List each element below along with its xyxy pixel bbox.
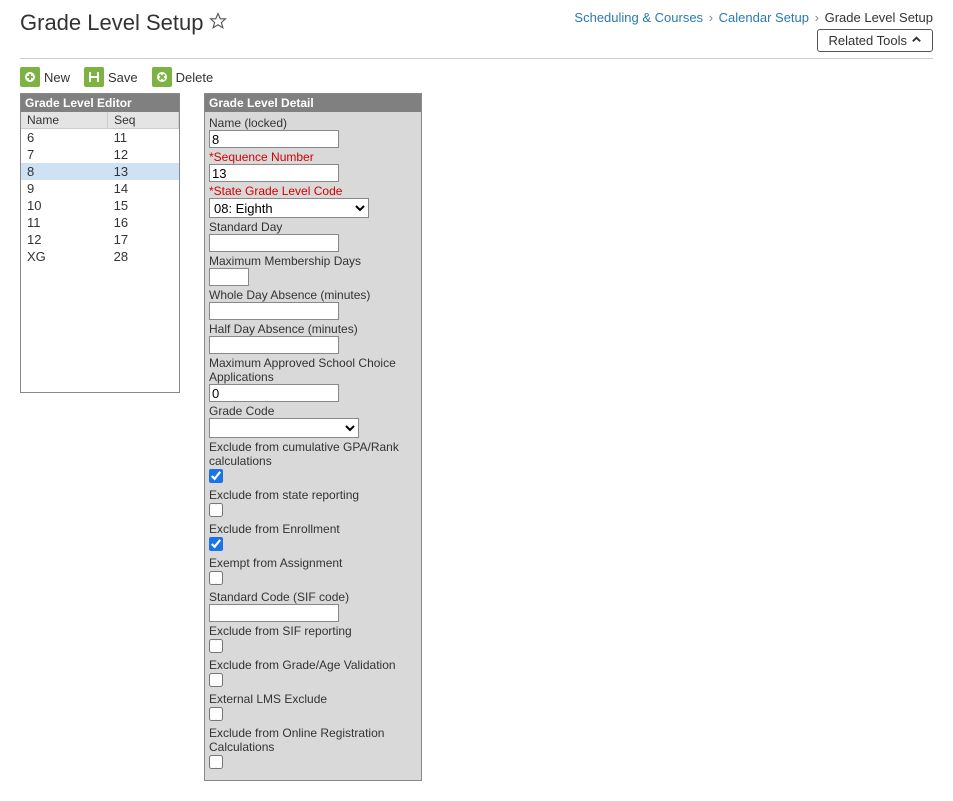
editor-panel-title: Grade Level Editor: [21, 94, 179, 112]
breadcrumb-link-calendar[interactable]: Calendar Setup: [719, 10, 809, 25]
table-row[interactable]: XG28: [21, 248, 179, 265]
exclude-online-reg-label: Exclude from Online Registration Calcula…: [209, 726, 417, 754]
detail-panel-title: Grade Level Detail: [205, 94, 421, 112]
new-button[interactable]: New: [20, 67, 70, 87]
standard-day-input[interactable]: [209, 234, 339, 252]
col-header-name[interactable]: Name: [21, 112, 108, 129]
seq-label: *Sequence Number: [209, 150, 417, 164]
table-row[interactable]: 1116: [21, 214, 179, 231]
cell-name: 7: [21, 146, 108, 163]
table-row[interactable]: 712: [21, 146, 179, 163]
exclude-sif-label: Exclude from SIF reporting: [209, 624, 417, 638]
whole-day-label: Whole Day Absence (minutes): [209, 288, 417, 302]
breadcrumb-current: Grade Level Setup: [825, 10, 933, 25]
max-membership-label: Maximum Membership Days: [209, 254, 417, 268]
related-tools-button[interactable]: Related Tools: [817, 29, 933, 52]
cell-seq: 14: [108, 180, 179, 197]
plus-icon: [20, 67, 40, 87]
half-day-label: Half Day Absence (minutes): [209, 322, 417, 336]
exclude-grade-age-checkbox[interactable]: [209, 673, 223, 687]
cell-name: 12: [21, 231, 108, 248]
cell-seq: 16: [108, 214, 179, 231]
table-row[interactable]: 1015: [21, 197, 179, 214]
state-code-label: *State Grade Level Code: [209, 184, 417, 198]
cell-name: 8: [21, 163, 108, 180]
related-tools-label: Related Tools: [828, 33, 907, 48]
delete-icon: [152, 67, 172, 87]
cell-name: XG: [21, 248, 108, 265]
new-label: New: [44, 70, 70, 85]
table-row[interactable]: 914: [21, 180, 179, 197]
cell-name: 11: [21, 214, 108, 231]
cell-name: 9: [21, 180, 108, 197]
save-icon: [84, 67, 104, 87]
state-code-select[interactable]: 08: Eighth: [209, 198, 369, 218]
exclude-enroll-checkbox[interactable]: [209, 537, 223, 551]
cell-seq: 11: [108, 129, 179, 147]
table-row[interactable]: 813: [21, 163, 179, 180]
table-row[interactable]: 1217: [21, 231, 179, 248]
page-title: Grade Level Setup: [20, 10, 203, 36]
cell-name: 10: [21, 197, 108, 214]
table-row[interactable]: 611: [21, 129, 179, 147]
chevron-right-icon: ›: [815, 10, 819, 25]
external-lms-checkbox[interactable]: [209, 707, 223, 721]
col-header-seq[interactable]: Seq: [108, 112, 179, 129]
exempt-assign-checkbox[interactable]: [209, 571, 223, 585]
chevron-up-icon: [911, 33, 922, 48]
cell-seq: 15: [108, 197, 179, 214]
seq-input[interactable]: [209, 164, 339, 182]
exclude-grade-age-label: Exclude from Grade/Age Validation: [209, 658, 417, 672]
exempt-assign-label: Exempt from Assignment: [209, 556, 417, 570]
exclude-online-reg-checkbox[interactable]: [209, 755, 223, 769]
exclude-gpa-label: Exclude from cumulative GPA/Rank calcula…: [209, 440, 417, 468]
standard-sif-label: Standard Code (SIF code): [209, 590, 417, 604]
max-choice-label: Maximum Approved School Choice Applicati…: [209, 356, 417, 384]
save-button[interactable]: Save: [84, 67, 138, 87]
exclude-gpa-checkbox[interactable]: [209, 469, 223, 483]
delete-label: Delete: [176, 70, 214, 85]
cell-seq: 12: [108, 146, 179, 163]
delete-button[interactable]: Delete: [152, 67, 214, 87]
exclude-state-checkbox[interactable]: [209, 503, 223, 517]
half-day-input[interactable]: [209, 336, 339, 354]
exclude-sif-checkbox[interactable]: [209, 639, 223, 653]
external-lms-label: External LMS Exclude: [209, 692, 417, 706]
grade-code-label: Grade Code: [209, 404, 417, 418]
grade-table: Name Seq 611712813914101511161217XG28: [21, 112, 179, 265]
cell-seq: 13: [108, 163, 179, 180]
breadcrumb-link-scheduling[interactable]: Scheduling & Courses: [574, 10, 703, 25]
breadcrumb: Scheduling & Courses › Calendar Setup › …: [574, 10, 933, 25]
grade-level-detail-panel: Grade Level Detail Name (locked) *Sequen…: [204, 93, 422, 781]
name-input[interactable]: [209, 130, 339, 148]
cell-seq: 28: [108, 248, 179, 265]
save-label: Save: [108, 70, 138, 85]
standard-day-label: Standard Day: [209, 220, 417, 234]
whole-day-input[interactable]: [209, 302, 339, 320]
name-label: Name (locked): [209, 116, 417, 130]
max-membership-input[interactable]: [209, 268, 249, 286]
grade-code-select[interactable]: [209, 418, 359, 438]
chevron-right-icon: ›: [709, 10, 713, 25]
max-choice-input[interactable]: [209, 384, 339, 402]
favorite-star-icon[interactable]: [209, 10, 227, 36]
cell-seq: 17: [108, 231, 179, 248]
exclude-state-label: Exclude from state reporting: [209, 488, 417, 502]
grade-level-editor-panel: Grade Level Editor Name Seq 611712813914…: [20, 93, 180, 393]
cell-name: 6: [21, 129, 108, 147]
standard-sif-input[interactable]: [209, 604, 339, 622]
exclude-enroll-label: Exclude from Enrollment: [209, 522, 417, 536]
